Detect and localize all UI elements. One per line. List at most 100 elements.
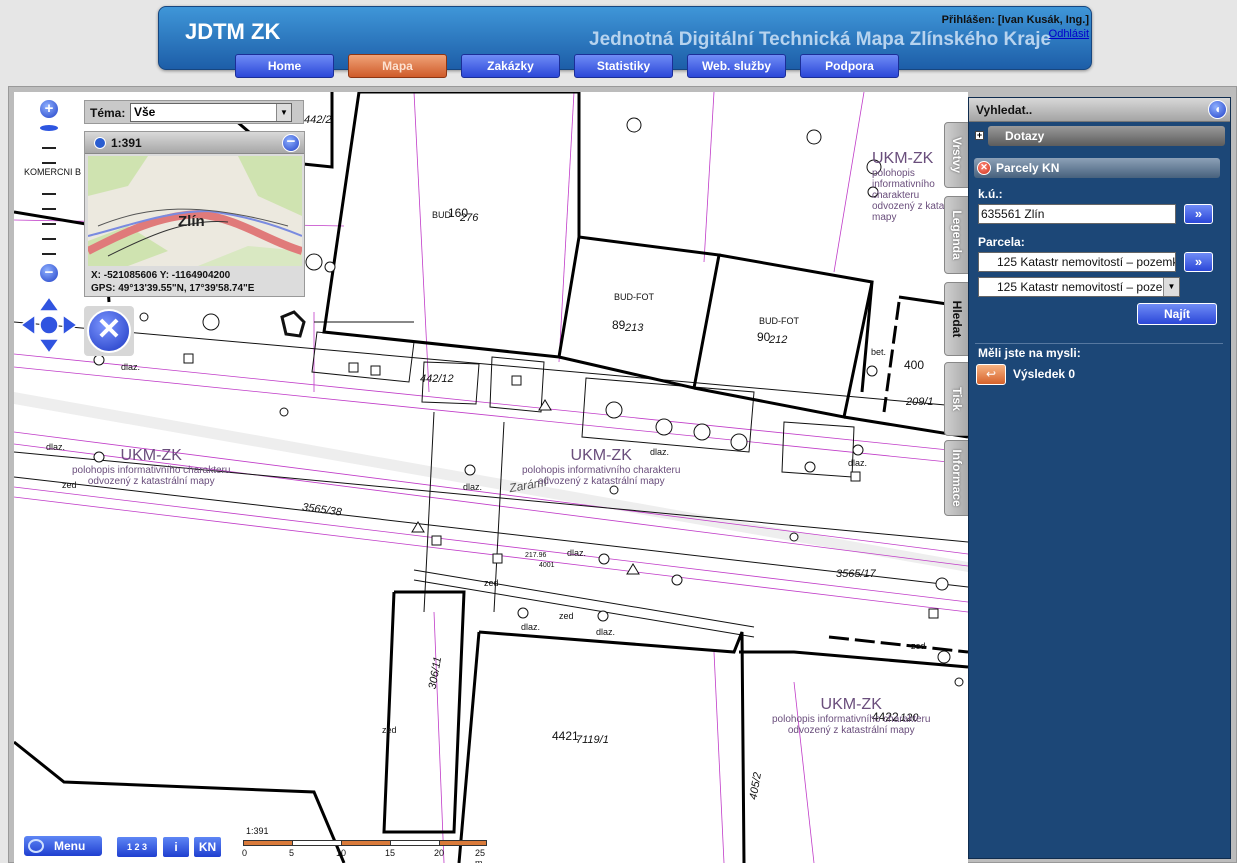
zoom-slider-handle[interactable]: [39, 124, 59, 132]
tab-label: Informace: [949, 449, 964, 507]
menu-icon: [28, 839, 44, 853]
overview-map[interactable]: Zlín: [88, 156, 302, 266]
scale-segment: [439, 840, 487, 846]
surface-label: dlaz.: [121, 362, 141, 372]
tab-layers[interactable]: Vrstvy: [944, 122, 969, 188]
nav-support[interactable]: Podpora: [800, 54, 899, 78]
ku-go-button[interactable]: »: [1184, 204, 1213, 224]
ukm-annotation: UKM-ZK polohopis informativního charakte…: [772, 696, 930, 736]
tab-label: Legenda: [949, 210, 964, 260]
divider: [975, 343, 1223, 344]
parcel-label: 4421: [552, 729, 579, 743]
zoom-in-button[interactable]: +: [39, 99, 59, 119]
tab-label: Tisk: [949, 387, 964, 411]
nav-web-services[interactable]: Web. služby: [687, 54, 786, 78]
kn-button[interactable]: KN: [193, 836, 222, 858]
info-button[interactable]: i: [162, 836, 190, 858]
scale-tick: 25 m: [475, 848, 486, 863]
tab-print[interactable]: Tisk: [944, 362, 969, 436]
close-icon[interactable]: ✕: [977, 161, 991, 175]
overview-header: 1:391 −: [85, 132, 304, 154]
zoom-tick: [42, 147, 56, 149]
parcel-label: 212: [769, 334, 788, 346]
logged-user: Přihlášen: [Ivan Kusák, Ing.]: [941, 14, 1089, 26]
parcel-label: 209/1: [906, 396, 934, 408]
ukm-line: odvozený z katastrální mapy: [537, 476, 665, 487]
tab-legend[interactable]: Legenda: [944, 196, 969, 274]
nav-orders[interactable]: Zakázky: [461, 54, 560, 78]
zoom-tick: [42, 162, 56, 164]
parcel-go-button[interactable]: »: [1184, 252, 1213, 272]
scale-tick: 10: [336, 848, 347, 858]
tab-info[interactable]: Informace: [944, 440, 969, 516]
coords-gps: GPS: 49°13'39.55"N, 17°39'58.74"E: [91, 283, 255, 294]
surface-label: zed: [559, 611, 574, 621]
surface-label: zed: [382, 725, 397, 735]
scale-label: 1:391: [246, 826, 269, 836]
ukm-line: polohopis informativního charakteru: [522, 465, 681, 476]
surface-label: zed: [911, 641, 926, 651]
ukm-line: odvozený z katastrální mapy: [87, 476, 215, 487]
zoom-tick: [42, 193, 56, 195]
pan-arrows-icon[interactable]: [20, 296, 78, 354]
logout-link[interactable]: Odhlásit: [942, 27, 1089, 41]
scale-segment: [243, 840, 293, 846]
parcel-type-select[interactable]: 125 Katastr nemovitostí – pozemky ▼: [978, 277, 1180, 297]
ukm-title: UKM-ZK: [120, 447, 182, 464]
zoom-out-button[interactable]: −: [39, 263, 59, 283]
surface-label: dlaz.: [521, 622, 541, 632]
info-icon[interactable]: [94, 137, 106, 149]
close-icon: ✕: [87, 309, 131, 353]
queries-button[interactable]: Dotazy: [988, 126, 1225, 146]
parcel-label: 3565/17: [836, 568, 876, 580]
parcel-input[interactable]: 125 Katastr nemovitostí – pozemky: [978, 252, 1176, 272]
overview-place: Zlín: [178, 213, 205, 230]
login-info: Přihlášen: [Ivan Kusák, Ing.] Odhlásit: [942, 13, 1089, 41]
chevron-down-icon[interactable]: ▼: [276, 104, 291, 121]
map-label: KOMERCNI B: [24, 167, 82, 177]
numbering-button[interactable]: 1 2 3: [116, 836, 158, 858]
panel-toggle-button[interactable]: ◖: [1208, 100, 1227, 119]
scale-segment: [292, 840, 342, 846]
parcel-label: 213: [625, 322, 644, 334]
overview-panel: 1:391 − Zlín X: -521085606 Y: -116490420…: [84, 131, 305, 297]
app-title: JDTM ZK: [185, 19, 281, 44]
coords-xy: X: -521085606 Y: -1164904200: [91, 270, 231, 281]
parcel-label: 89: [612, 318, 626, 332]
tab-label: Vrstvy: [949, 136, 964, 174]
find-button[interactable]: Najít: [1137, 303, 1217, 325]
zoom-tick: [42, 223, 56, 225]
theme-select[interactable]: Vše ▼: [130, 103, 292, 122]
parcels-header: ✕ Parcely KN: [974, 158, 1220, 178]
nav-statistics[interactable]: Statistiky: [574, 54, 673, 78]
parcel-label: 7119/1: [576, 734, 609, 746]
surface-label: zed: [484, 578, 499, 588]
scale-tick: 0: [242, 848, 248, 858]
tab-search[interactable]: Hledat: [944, 282, 969, 356]
parcel-type-value: 125 Katastr nemovitostí – pozemky: [997, 280, 1180, 294]
collapse-button[interactable]: −: [282, 134, 300, 152]
menu-button[interactable]: Menu: [23, 835, 103, 857]
building-label: BUD-FOT: [759, 316, 799, 326]
ku-input[interactable]: 635561 Zlín: [978, 204, 1176, 224]
parcels-title: Parcely KN: [996, 161, 1060, 175]
scale-tick: 15: [385, 848, 396, 858]
ukm-line: odvozený z katastrální mapy: [787, 725, 915, 736]
theme-label: Téma:: [90, 106, 126, 120]
parcel-label: 400: [904, 358, 925, 372]
theme-value: Vše: [134, 105, 156, 119]
surface-label: dlaz.: [46, 442, 66, 452]
expand-icon[interactable]: +: [975, 131, 984, 140]
search-panel: Vyhledat.. ◖ + Dotazy ✕ Parcely KN k.ú.:…: [968, 97, 1231, 859]
zoom-tick: [42, 208, 56, 210]
ukm-line: polohopis informativního charakteru: [772, 714, 931, 725]
nav-home[interactable]: Home: [235, 54, 334, 78]
parcel-label: 276: [460, 212, 479, 224]
nav-map[interactable]: Mapa: [348, 54, 447, 78]
surface-label: dlaz.: [848, 458, 868, 468]
theme-selector: Téma: Vše ▼: [84, 100, 304, 124]
close-button[interactable]: ✕: [84, 306, 134, 356]
ukm-annotation: UKM-ZK polohopis informativního charakte…: [72, 447, 230, 487]
chevron-down-icon[interactable]: ▼: [1163, 278, 1179, 296]
surface-label: dlaz.: [463, 482, 483, 492]
